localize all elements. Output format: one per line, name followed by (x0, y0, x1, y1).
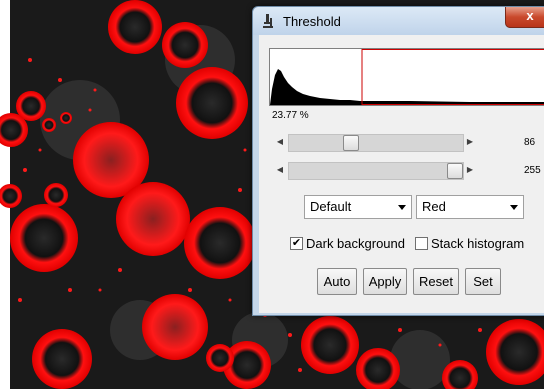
close-button[interactable]: x (505, 7, 544, 28)
method-dropdown[interactable]: Default (304, 195, 412, 219)
dark-background-checkbox[interactable]: ✔ (290, 237, 303, 250)
apply-button[interactable]: Apply (363, 268, 407, 295)
auto-button[interactable]: Auto (317, 268, 357, 295)
window-title: Threshold (283, 14, 341, 29)
slider-thumb[interactable] (343, 135, 359, 151)
histogram-graph (270, 49, 544, 105)
stack-histogram-checkbox[interactable] (415, 237, 428, 250)
min-threshold-slider[interactable]: ◀ ▶ (272, 133, 478, 152)
slider-track[interactable] (288, 162, 464, 180)
display-mode-selected: Red (422, 199, 446, 214)
increase-arrow-icon[interactable]: ▶ (464, 163, 476, 177)
increase-arrow-icon[interactable]: ▶ (464, 135, 476, 149)
threshold-range-marker (361, 49, 544, 105)
chevron-down-icon (398, 205, 406, 210)
max-threshold-slider[interactable]: ◀ ▶ (272, 161, 478, 180)
slider-track[interactable] (288, 134, 464, 152)
close-icon: x (526, 8, 534, 23)
dark-background-label: Dark background (306, 236, 405, 251)
reset-button[interactable]: Reset (413, 268, 459, 295)
min-threshold-value: 86 (524, 137, 536, 148)
stack-histogram-label: Stack histogram (431, 236, 525, 251)
display-mode-dropdown[interactable]: Red (416, 195, 524, 219)
imagej-microscope-icon (263, 14, 273, 28)
max-threshold-value: 255 (524, 165, 541, 176)
dialog-content: 23.77 % ◀ ▶ 86 ◀ ▶ 255 Default Red ✔ Dar… (259, 35, 544, 313)
threshold-percent: 23.77 % (272, 110, 309, 121)
decrease-arrow-icon[interactable]: ◀ (274, 135, 286, 149)
method-selected: Default (310, 199, 352, 214)
title-bar[interactable]: Threshold x (253, 7, 544, 35)
decrease-arrow-icon[interactable]: ◀ (274, 163, 286, 177)
set-button[interactable]: Set (465, 268, 501, 295)
slider-thumb[interactable] (447, 163, 463, 179)
threshold-dialog: Threshold x 23.77 % ◀ ▶ 86 ◀ ▶ 255 Defau… (252, 6, 544, 316)
histogram-plot (269, 48, 544, 106)
chevron-down-icon (510, 205, 518, 210)
